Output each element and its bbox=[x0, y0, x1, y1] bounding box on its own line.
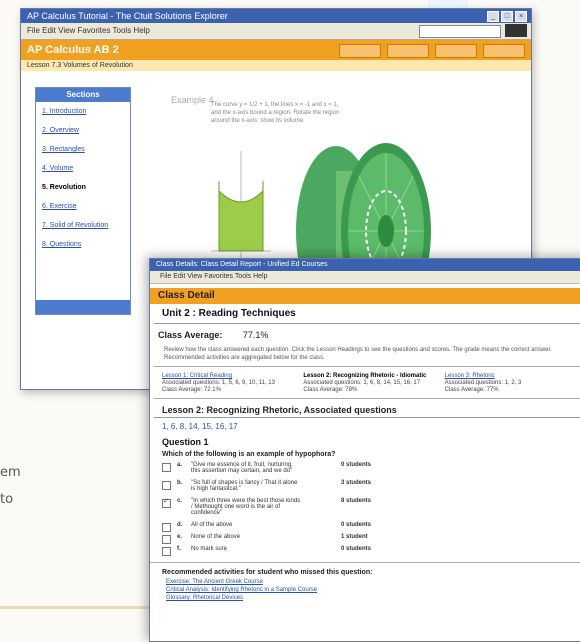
report-menubar[interactable]: File Edit View Favorites Tools Help bbox=[150, 271, 580, 284]
class-detail-header: Class Detail bbox=[150, 288, 580, 304]
sidebar-item-revolution[interactable]: 5. Revolution bbox=[36, 178, 130, 197]
recommended-link[interactable]: Exercise: The Ancient Greek Course bbox=[150, 578, 580, 586]
report-intro: Review how the class answered each quest… bbox=[154, 342, 580, 367]
region-graph bbox=[211, 151, 271, 261]
question-text: Which of the following is an example of … bbox=[162, 451, 336, 458]
window-title: AP Calculus Tutorial - The Ctuit Solutio… bbox=[27, 11, 228, 21]
answer-option: d. All of the above 0 students bbox=[150, 522, 580, 534]
background-accent bbox=[428, 0, 468, 8]
lesson-link[interactable]: Lesson 2: Recognizing Rhetoric - Idiomat… bbox=[303, 373, 436, 380]
background-text-1: em bbox=[0, 465, 21, 480]
header-button-2[interactable] bbox=[387, 44, 429, 58]
option-students: 0 students bbox=[341, 546, 372, 552]
sidebar-item-volume[interactable]: 4. Volume bbox=[36, 159, 130, 178]
lesson-link[interactable]: Lesson 3: Rhetoric bbox=[445, 373, 578, 380]
option-students: 0 students bbox=[341, 522, 372, 528]
lesson-detail: Associated questions: 1, 6, 8, 14, 15, 1… bbox=[303, 380, 421, 386]
app-header: AP Calculus AB 2 bbox=[21, 40, 531, 60]
header-button-3[interactable] bbox=[435, 44, 477, 58]
answer-checkbox[interactable] bbox=[162, 547, 171, 556]
lesson-summary: Lesson 1: Critical Reading Associated qu… bbox=[154, 367, 580, 399]
close-icon[interactable]: × bbox=[515, 11, 527, 22]
background-text-2: to bbox=[0, 492, 14, 507]
answer-checkbox[interactable] bbox=[162, 535, 171, 544]
maximize-icon[interactable]: □ bbox=[501, 11, 513, 22]
answer-checkbox[interactable] bbox=[162, 523, 171, 532]
option-students: 8 students bbox=[341, 498, 372, 504]
address-bar[interactable] bbox=[419, 25, 501, 38]
answer-checkbox[interactable] bbox=[162, 481, 171, 490]
option-students: 1 student bbox=[341, 534, 368, 540]
answer-option: a. "Give me essence of it, fruit, nurtur… bbox=[150, 462, 580, 480]
option-text: None of the above bbox=[191, 534, 241, 540]
option-text: "Give me essence of it, fruit, nurturing… bbox=[191, 462, 293, 474]
option-letter: f. bbox=[177, 546, 181, 552]
lesson-detail: Associated questions: 1, 2, 3 bbox=[444, 380, 522, 386]
class-detail-window: Class Details: Class Detail Report - Uni… bbox=[149, 258, 580, 642]
option-text: No mark sure bbox=[191, 546, 228, 552]
answer-option: b. "So full of shapes is fancy / That it… bbox=[150, 480, 580, 498]
option-letter: e. bbox=[177, 534, 183, 540]
sidebar-header: Sections bbox=[36, 88, 130, 102]
sidebar-item-rectangles[interactable]: 3. Rectangles bbox=[36, 140, 130, 159]
lesson-card: Lesson 2: Recognizing Rhetoric - Idiomat… bbox=[303, 373, 436, 394]
lesson-average: Class Average: 72.1% bbox=[162, 387, 221, 393]
sidebar-item-questions[interactable]: 8. Questions bbox=[36, 235, 130, 254]
recommended-heading: Recommended activities for student who m… bbox=[150, 562, 580, 578]
example-text: The curve y = 1/2 + 1, the lines x = -1 … bbox=[211, 102, 340, 124]
class-average: Class Average: 77.1% bbox=[150, 324, 580, 342]
option-text: "In which three were the best those kind… bbox=[191, 498, 301, 516]
answer-checkbox-checked[interactable] bbox=[162, 497, 171, 508]
go-button[interactable] bbox=[505, 24, 527, 37]
background-divider bbox=[0, 606, 150, 609]
lesson-average: Class Average: 77% bbox=[444, 387, 499, 393]
lesson-detail: Associated questions: 1, 5, 6, 9, 10, 11… bbox=[162, 380, 275, 386]
header-button-4[interactable] bbox=[483, 44, 525, 58]
report-titlebar: Class Details: Class Detail Report - Uni… bbox=[150, 259, 580, 271]
window-controls: _ □ × bbox=[487, 11, 527, 22]
option-students: 0 students bbox=[341, 462, 372, 468]
recommended-link[interactable]: Critical Analysis: Identifying Rhetoric … bbox=[150, 586, 580, 594]
minimize-icon[interactable]: _ bbox=[487, 11, 499, 22]
class-average-value: 77.1% bbox=[242, 330, 269, 340]
sidebar-item-exercise[interactable]: 6. Exercise bbox=[36, 197, 130, 216]
sidebar-item-introduction[interactable]: 1. Introduction bbox=[36, 102, 130, 121]
lesson-average: Class Average: 78% bbox=[303, 387, 358, 393]
question-links[interactable]: 1, 6, 8, 14, 15, 16, 17 bbox=[150, 418, 580, 435]
sidebar-item-solid[interactable]: 7. Solid of Revolution bbox=[36, 216, 130, 235]
browser-toolbar: File Edit View Favorites Tools Help bbox=[21, 23, 531, 40]
lesson-card: Lesson 1: Critical Reading Associated qu… bbox=[162, 373, 295, 394]
lesson-card: Lesson 3: Rhetoric Associated questions:… bbox=[445, 373, 578, 394]
answer-option: c. "In which three were the best those k… bbox=[150, 497, 580, 522]
sections-sidebar: Sections 1. Introduction 2. Overview 3. … bbox=[35, 87, 131, 315]
option-text: "So full of shapes is fancy / That it al… bbox=[191, 480, 298, 492]
option-letter: a. bbox=[177, 462, 183, 468]
header-button-1[interactable] bbox=[339, 44, 381, 58]
option-letter: b. bbox=[177, 480, 183, 486]
header-buttons bbox=[339, 44, 525, 58]
app-title: AP Calculus AB 2 bbox=[27, 44, 119, 56]
sidebar-item-overview[interactable]: 2. Overview bbox=[36, 121, 130, 140]
option-letter: d. bbox=[177, 522, 183, 528]
sidebar-footer bbox=[36, 300, 130, 314]
recommended-link[interactable]: Glossary: Rhetorical Devices bbox=[150, 594, 580, 602]
browser-menu[interactable]: File Edit View Favorites Tools Help bbox=[27, 26, 150, 35]
lesson-link[interactable]: Lesson 1: Critical Reading bbox=[162, 373, 295, 380]
question-title: Question 1 bbox=[162, 437, 209, 447]
section-title: Lesson 2: Recognizing Rhetoric, Associat… bbox=[154, 399, 580, 418]
example-heading: Example 4 bbox=[171, 95, 214, 105]
answer-option: f. No mark sure 0 students bbox=[150, 546, 580, 558]
report-window-title: Class Details: Class Detail Report - Uni… bbox=[156, 261, 328, 268]
option-letter: c. bbox=[177, 498, 183, 504]
option-students: 3 students bbox=[341, 480, 372, 486]
unit-title: Unit 2 : Reading Techniques bbox=[154, 304, 580, 324]
class-average-label: Class Average: bbox=[158, 330, 223, 340]
answer-option: e. None of the above 1 student bbox=[150, 534, 580, 546]
option-text: All of the above bbox=[191, 522, 233, 528]
window-titlebar: AP Calculus Tutorial - The Ctuit Solutio… bbox=[21, 9, 531, 23]
answer-checkbox[interactable] bbox=[162, 463, 171, 472]
